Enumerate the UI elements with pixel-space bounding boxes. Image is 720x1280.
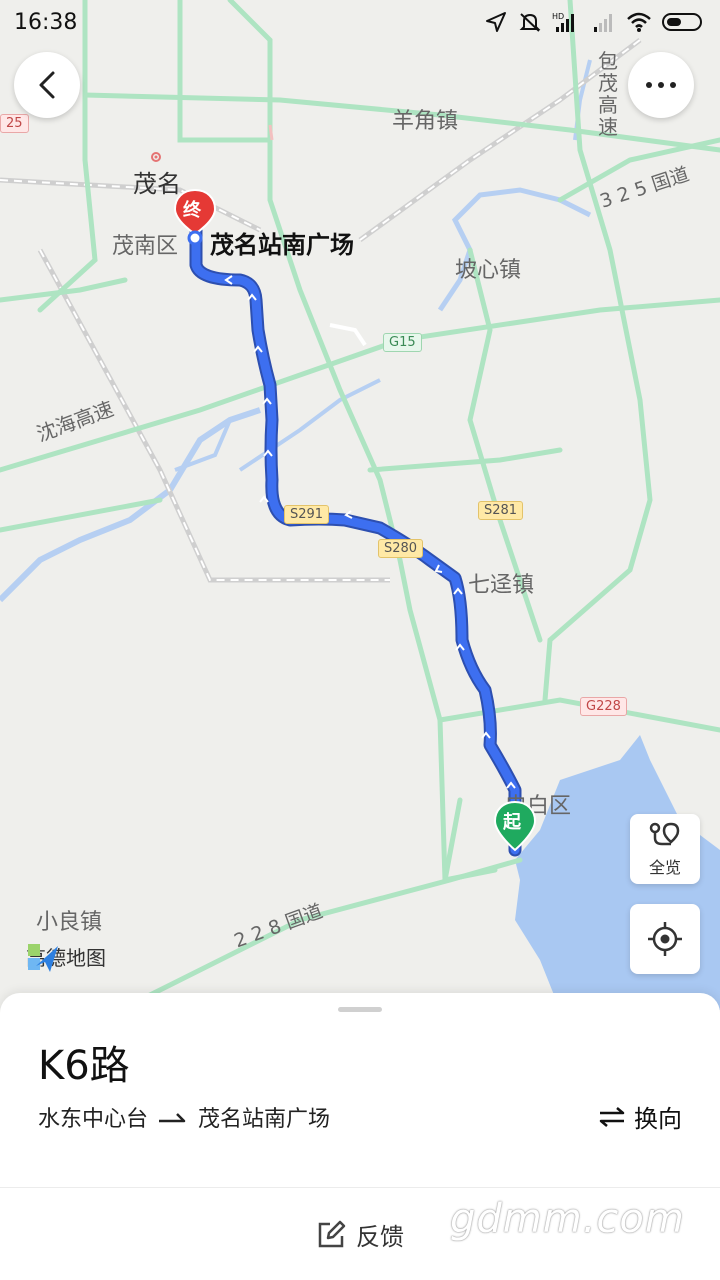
end-marker-label: 终 [183,200,201,221]
signal-weak-icon [594,14,612,32]
route-stops: 水东中心台 茂名站南广场 [38,1101,330,1133]
map-canvas [0,0,720,1010]
location-arrow-icon [486,12,506,32]
overview-label: 全览 [648,858,681,877]
swap-icon [599,1106,625,1127]
route-origin: 水东中心台 [38,1107,149,1132]
watermark: gdmm.com [450,1196,685,1242]
label-yangjiao: 羊角镇 [392,109,459,134]
swap-direction-button[interactable]: 换向 [598,1099,682,1134]
sheet-divider [0,1187,720,1188]
status-bar: 16:38 HD [0,0,720,44]
more-button[interactable] [628,52,694,118]
end-marker[interactable]: 终 [172,188,218,246]
amap-logo-icon [28,944,58,972]
shield-s280: S280 [378,539,424,558]
shield-g228: G228 [580,697,627,716]
start-marker-label: 起 [503,812,521,833]
route-name: K6路 [38,1043,130,1089]
label-xiaoliang: 小良镇 [36,910,103,935]
shield-s291: S291 [284,505,330,524]
status-time: 16:38 [14,9,78,35]
route-destination: 茂名站南广场 [198,1107,331,1132]
amap-logo: 高德地图 [26,942,106,972]
map-view[interactable]: 羊角镇 茂名 茂南区 茂名站南广场 坡心镇 沈海高速 七迳镇 电白区 小良镇 包… [0,0,720,1010]
screen: 羊角镇 茂名 茂南区 茂名站南广场 坡心镇 沈海高速 七迳镇 电白区 小良镇 包… [0,0,720,1280]
shield-s281: S281 [478,501,524,520]
feedback-button[interactable]: 反馈 [316,1217,404,1252]
locate-crosshair-icon [648,922,682,956]
svg-text:HD: HD [552,12,564,21]
label-poxin: 坡心镇 [455,258,522,283]
label-destination: 茂名站南广场 [210,231,354,259]
locate-button[interactable] [630,904,700,974]
start-marker[interactable]: 起 [492,800,538,856]
mute-bell-icon [519,13,541,32]
wifi-icon [627,12,651,32]
shield-left-edge: 25 [0,114,29,133]
shield-g15: G15 [383,333,422,352]
feedback-label: 反馈 [356,1223,404,1251]
more-dots-icon [646,82,676,88]
route-overview-icon [649,822,680,846]
overview-button[interactable]: 全览 [630,814,700,884]
back-button[interactable] [14,52,80,118]
battery-icon [662,13,702,31]
edit-icon [318,1220,346,1247]
label-qijing: 七迳镇 [468,573,535,598]
label-maonan: 茂南区 [112,234,179,259]
sheet-drag-handle[interactable] [338,1007,382,1012]
swap-label: 换向 [634,1105,682,1133]
direction-arrow-icon [159,1113,186,1123]
chevron-left-icon [39,71,55,99]
label-baomao: 包茂高速 [598,49,618,139]
signal-hd-icon: HD [552,12,574,32]
